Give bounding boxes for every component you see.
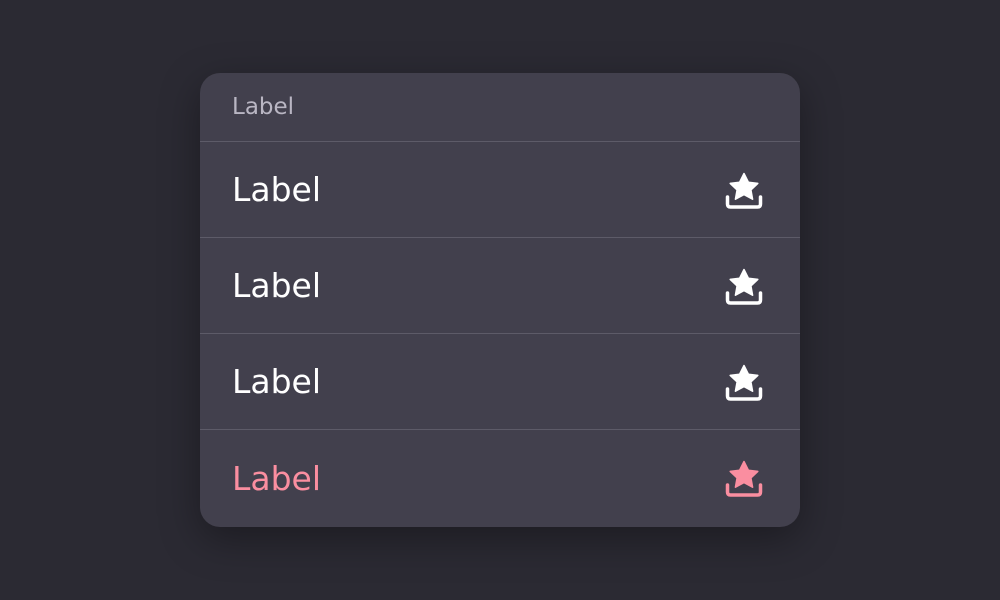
menu-item-label: Label bbox=[232, 458, 322, 498]
menu-item-1[interactable]: Label bbox=[200, 142, 800, 238]
menu-item-2[interactable]: Label bbox=[200, 238, 800, 334]
menu-item-label: Label bbox=[232, 170, 322, 209]
star-tray-icon bbox=[724, 266, 764, 306]
menu-item-destructive[interactable]: Label bbox=[200, 430, 800, 526]
menu-item-3[interactable]: Label bbox=[200, 334, 800, 430]
menu-item-label: Label bbox=[232, 266, 322, 305]
menu-header-label: Label bbox=[232, 94, 295, 120]
star-tray-icon bbox=[724, 170, 764, 210]
context-menu: Label Label Label Label Label bbox=[200, 73, 800, 527]
star-tray-icon bbox=[724, 458, 764, 498]
menu-header: Label bbox=[200, 73, 800, 142]
menu-item-label: Label bbox=[232, 362, 322, 401]
star-tray-icon bbox=[724, 362, 764, 402]
